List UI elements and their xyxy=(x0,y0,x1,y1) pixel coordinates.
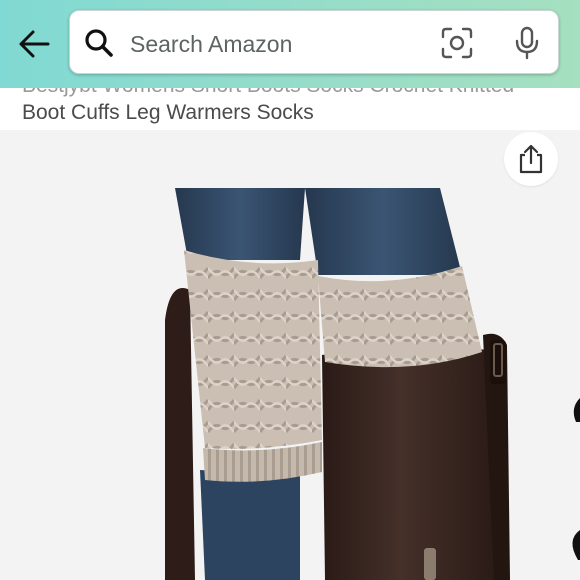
camera-scan-icon xyxy=(441,27,473,59)
jeans-left-lower xyxy=(200,470,300,580)
back-button[interactable] xyxy=(14,26,54,62)
share-button[interactable] xyxy=(504,132,558,186)
jeans-left-leg xyxy=(175,188,305,260)
boot-strap xyxy=(490,340,506,384)
share-icon xyxy=(519,144,543,174)
right-knit-cuff xyxy=(318,266,482,368)
search-input[interactable] xyxy=(128,21,422,67)
left-boot xyxy=(165,288,195,580)
microphone-icon xyxy=(515,26,539,60)
search-bar[interactable] xyxy=(69,10,559,74)
boot-zipper xyxy=(424,548,436,580)
search-icon xyxy=(85,29,113,57)
left-knit-cuff xyxy=(184,250,322,449)
top-bar xyxy=(0,0,580,88)
jeans-right-leg xyxy=(305,188,462,275)
product-image[interactable] xyxy=(0,130,580,580)
product-title: Bestjybt Womens Short Boots Socks Croche… xyxy=(0,88,580,130)
camera-search-button[interactable] xyxy=(440,26,474,65)
product-title-line-1: Bestjybt Womens Short Boots Socks Croche… xyxy=(22,88,514,98)
edge-object xyxy=(573,398,580,422)
arrow-left-icon xyxy=(19,30,50,58)
voice-search-button[interactable] xyxy=(512,26,542,65)
right-boot xyxy=(322,346,498,580)
product-title-line-2: Boot Cuffs Leg Warmers Socks xyxy=(22,101,314,124)
edge-object-lower xyxy=(572,530,580,560)
product-image-area[interactable] xyxy=(0,130,580,580)
